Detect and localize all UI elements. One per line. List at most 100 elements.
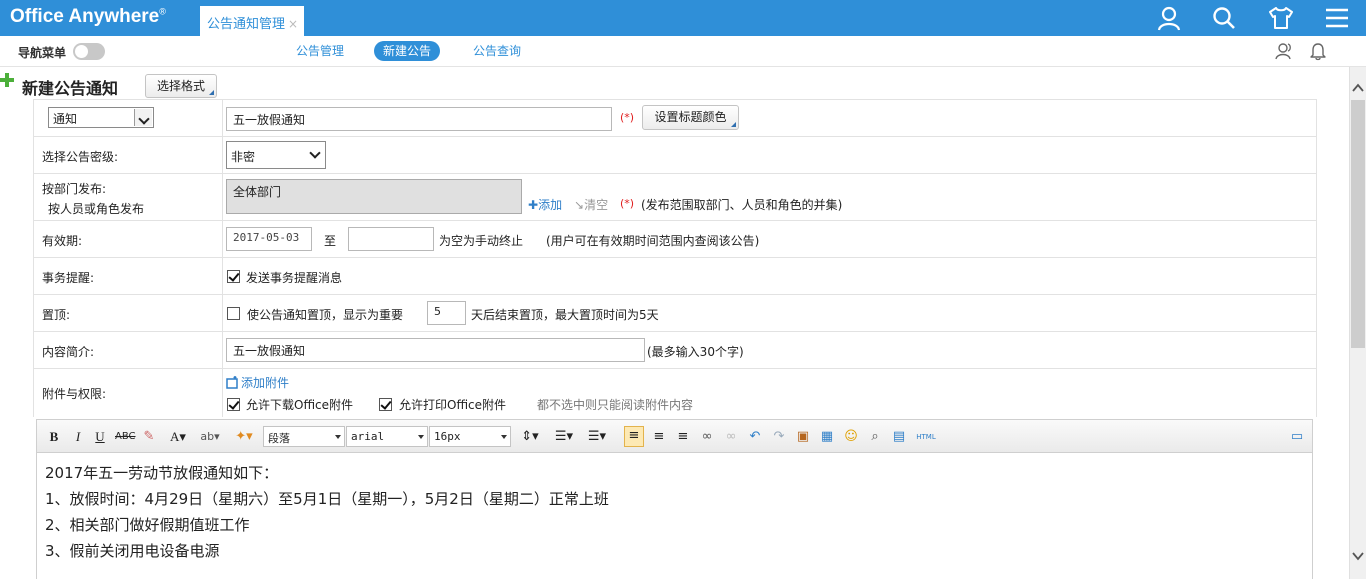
nav-menu-label: 导航菜单 [18, 46, 67, 60]
sub-nav-bar [0, 36, 1366, 67]
paragraph-select[interactable]: 段落 [263, 426, 345, 447]
editor-line: 1、放假时间：4月29日（星期六）至5月1日（星期一），5月2日（星期二）正常上… [45, 490, 609, 508]
font-color-icon[interactable]: A▾ [165, 428, 191, 446]
nav-menu-toggle[interactable] [73, 43, 105, 60]
ordered-list-icon[interactable]: ☰▾ [551, 428, 577, 446]
notice-title-input[interactable]: 五一放假通知 [226, 107, 612, 131]
pin-label: 置顶: [42, 308, 71, 322]
format-painter-icon[interactable]: ✦▾ [231, 428, 257, 446]
bold-icon[interactable]: B [47, 428, 61, 446]
unordered-list-icon[interactable]: ☰▾ [584, 428, 610, 446]
align-right-icon[interactable]: ≡ [673, 428, 693, 446]
font-family-select[interactable]: arial [346, 426, 428, 447]
secrecy-row: 选择公告密级: 非密 [34, 137, 1316, 174]
reminder-checkbox[interactable] [227, 270, 240, 283]
title-row: 通知 五一放假通知 (*) 设置标题颜色 [34, 100, 1316, 137]
tab-new-notice[interactable]: 新建公告 [374, 41, 441, 61]
pin-row: 置顶: 使公告通知置顶，显示为重要 5 天后结束置顶，最大置顶时间为5天 [34, 295, 1316, 332]
scroll-down-icon[interactable] [1352, 551, 1364, 561]
publish-by-person-role-link[interactable]: 按人员或角色发布 [48, 200, 144, 217]
reminder-label: 事务提醒: [42, 271, 95, 285]
eraser-icon[interactable]: ✎ [141, 428, 157, 446]
validity-row: 有效期: 2017-05-03 至 为空为手动终止 (用户可在有效期时间范围内查… [34, 221, 1316, 258]
notice-form: 通知 五一放假通知 (*) 设置标题颜色 选择公告密级: 非密 按部门发布: 按… [33, 99, 1317, 417]
allow-download-label: 允许下载Office附件 [246, 398, 354, 412]
align-center-icon[interactable]: ≡ [649, 428, 669, 446]
secrecy-label: 选择公告密级: [42, 150, 119, 164]
app-logo: Office Anywhere® [10, 6, 166, 27]
tab-notice-manage[interactable]: 公告管理 [287, 41, 353, 61]
valid-empty-note: 为空为手动终止 [439, 234, 524, 248]
strikethrough-icon[interactable]: ABC [115, 428, 136, 446]
add-department-link[interactable]: ✚添加 [528, 196, 562, 213]
scroll-up-icon[interactable] [1352, 83, 1364, 93]
select-format-button[interactable]: 选择格式 [145, 74, 217, 98]
allow-download-checkbox[interactable] [227, 398, 240, 411]
align-left-icon[interactable]: ≡ [624, 426, 644, 447]
validity-note: (用户可在有效期时间范围内查阅该公告) [546, 234, 760, 248]
people-icon[interactable] [1274, 41, 1294, 61]
line-height-icon[interactable]: ⇕▾ [517, 428, 543, 446]
menu-icon[interactable] [1323, 4, 1351, 32]
valid-from-input[interactable]: 2017-05-03 [226, 227, 312, 251]
required-mark: (*) [620, 111, 635, 124]
highlight-icon[interactable]: ab▾ [197, 428, 223, 446]
clear-department-link[interactable]: ↘清空 [574, 196, 608, 213]
notice-type-select[interactable]: 通知 [48, 107, 154, 128]
table-icon[interactable]: ▦ [817, 428, 837, 446]
top-bar: Office Anywhere® 公告通知管理 × [0, 0, 1366, 36]
add-attachment-link[interactable]: 添加附件 [226, 374, 289, 391]
tab-close-icon[interactable]: × [288, 17, 298, 31]
editor-line: 2017年五一劳动节放假通知如下： [45, 464, 279, 482]
department-note: (发布范围取部门、人员和角色的并集) [641, 198, 843, 212]
tab-notice-management[interactable]: 公告通知管理 × [200, 6, 304, 36]
find-icon[interactable]: ⌕ [865, 428, 885, 446]
secrecy-select[interactable]: 非密 [226, 141, 326, 169]
editor-line: 3、假前关闭用电设备电源 [45, 542, 220, 560]
attachment-icon [226, 376, 238, 389]
department-row: 按部门发布: 按人员或角色发布 全体部门 ✚添加 ↘清空 (*) (发布范围取部… [34, 174, 1316, 221]
pin-days-input[interactable]: 5 [427, 301, 466, 325]
fullscreen-icon[interactable]: ▭ [1287, 428, 1307, 446]
font-size-select[interactable]: 16px [429, 426, 511, 447]
pin-text: 使公告通知置顶，显示为重要 [247, 308, 404, 322]
summary-input[interactable]: 五一放假通知 [226, 338, 645, 362]
redo-icon[interactable]: ↷ [769, 428, 789, 446]
link-icon[interactable]: ∞ [697, 428, 717, 446]
unlink-icon[interactable]: ∞ [721, 428, 741, 446]
emoticon-icon[interactable]: ☺ [841, 428, 861, 446]
image-icon[interactable]: ▣ [793, 428, 813, 446]
search-icon[interactable] [1210, 4, 1238, 32]
editor-line: 2、相关部门做好假期值班工作 [45, 516, 250, 534]
bell-icon[interactable] [1308, 41, 1328, 61]
rich-text-editor: B I U ABC ✎ A▾ ab▾ ✦▾ 段落 arial 16px ⇕▾ ☰… [36, 419, 1313, 579]
editor-toolbar: B I U ABC ✎ A▾ ab▾ ✦▾ 段落 arial 16px ⇕▾ ☰… [37, 420, 1312, 453]
set-title-color-button[interactable]: 设置标题颜色 [642, 105, 739, 130]
html-source-icon[interactable]: HTML [913, 428, 939, 446]
preview-icon[interactable]: ▤ [889, 428, 909, 446]
italic-icon[interactable]: I [71, 428, 85, 446]
page-title: 新建公告通知 [22, 79, 119, 98]
summary-row: 内容简介: 五一放假通知 (最多输入30个字) [34, 332, 1316, 369]
scrollbar-thumb[interactable] [1351, 100, 1365, 348]
attachment-row: 附件与权限: 添加附件 允许下载Office附件 允许打印Office附件 都不… [34, 369, 1316, 417]
allow-print-checkbox[interactable] [379, 398, 392, 411]
reminder-row: 事务提醒: 发送事务提醒消息 [34, 258, 1316, 295]
reminder-text: 发送事务提醒消息 [246, 271, 343, 285]
attachment-label: 附件与权限: [42, 387, 107, 401]
shirt-icon[interactable] [1267, 4, 1295, 32]
editor-content[interactable]: 2017年五一劳动节放假通知如下： 1、放假时间：4月29日（星期六）至5月1日… [45, 460, 609, 564]
pin-days-note: 天后结束置顶，最大置顶时间为5天 [471, 308, 659, 322]
allow-print-label: 允许打印Office附件 [399, 398, 507, 412]
valid-to-input[interactable] [348, 227, 434, 251]
undo-icon[interactable]: ↶ [745, 428, 765, 446]
required-mark: (*) [620, 197, 635, 210]
valid-to-word: 至 [324, 234, 337, 248]
user-icon[interactable] [1155, 4, 1183, 32]
underline-icon[interactable]: U [93, 428, 107, 446]
pin-checkbox[interactable] [227, 307, 240, 320]
department-field[interactable]: 全体部门 [226, 179, 522, 214]
summary-note: (最多输入30个字) [647, 345, 744, 359]
attachment-note: 都不选中则只能阅读附件内容 [537, 398, 694, 412]
tab-notice-query[interactable]: 公告查询 [464, 41, 530, 61]
